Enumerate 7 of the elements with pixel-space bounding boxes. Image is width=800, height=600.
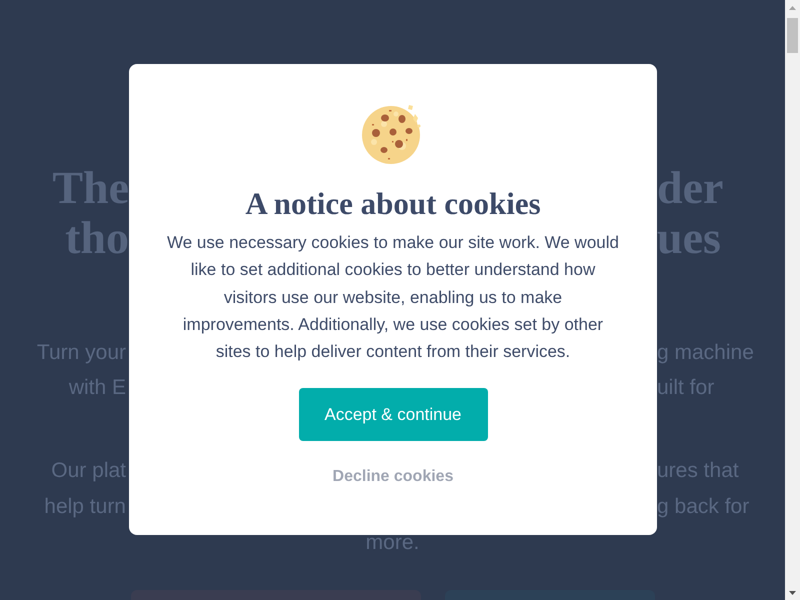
accept-button[interactable]: Accept & continue: [298, 388, 488, 442]
decline-button[interactable]: Decline cookies: [332, 465, 454, 490]
scrollbar-thumb[interactable]: [787, 18, 798, 53]
dialog-title: A notice about cookies: [245, 185, 541, 223]
dialog-text: We use necessary cookies to make our site work. We would like to set additional cookies to better understand how visitors use our website, enabling us to make improvements. Additionally, we use cookies set by other sites to help deliver content from their services.: [167, 232, 619, 364]
scroll-up-arrow-icon[interactable]: [789, 6, 796, 10]
scroll-down-arrow-icon[interactable]: [789, 591, 796, 595]
